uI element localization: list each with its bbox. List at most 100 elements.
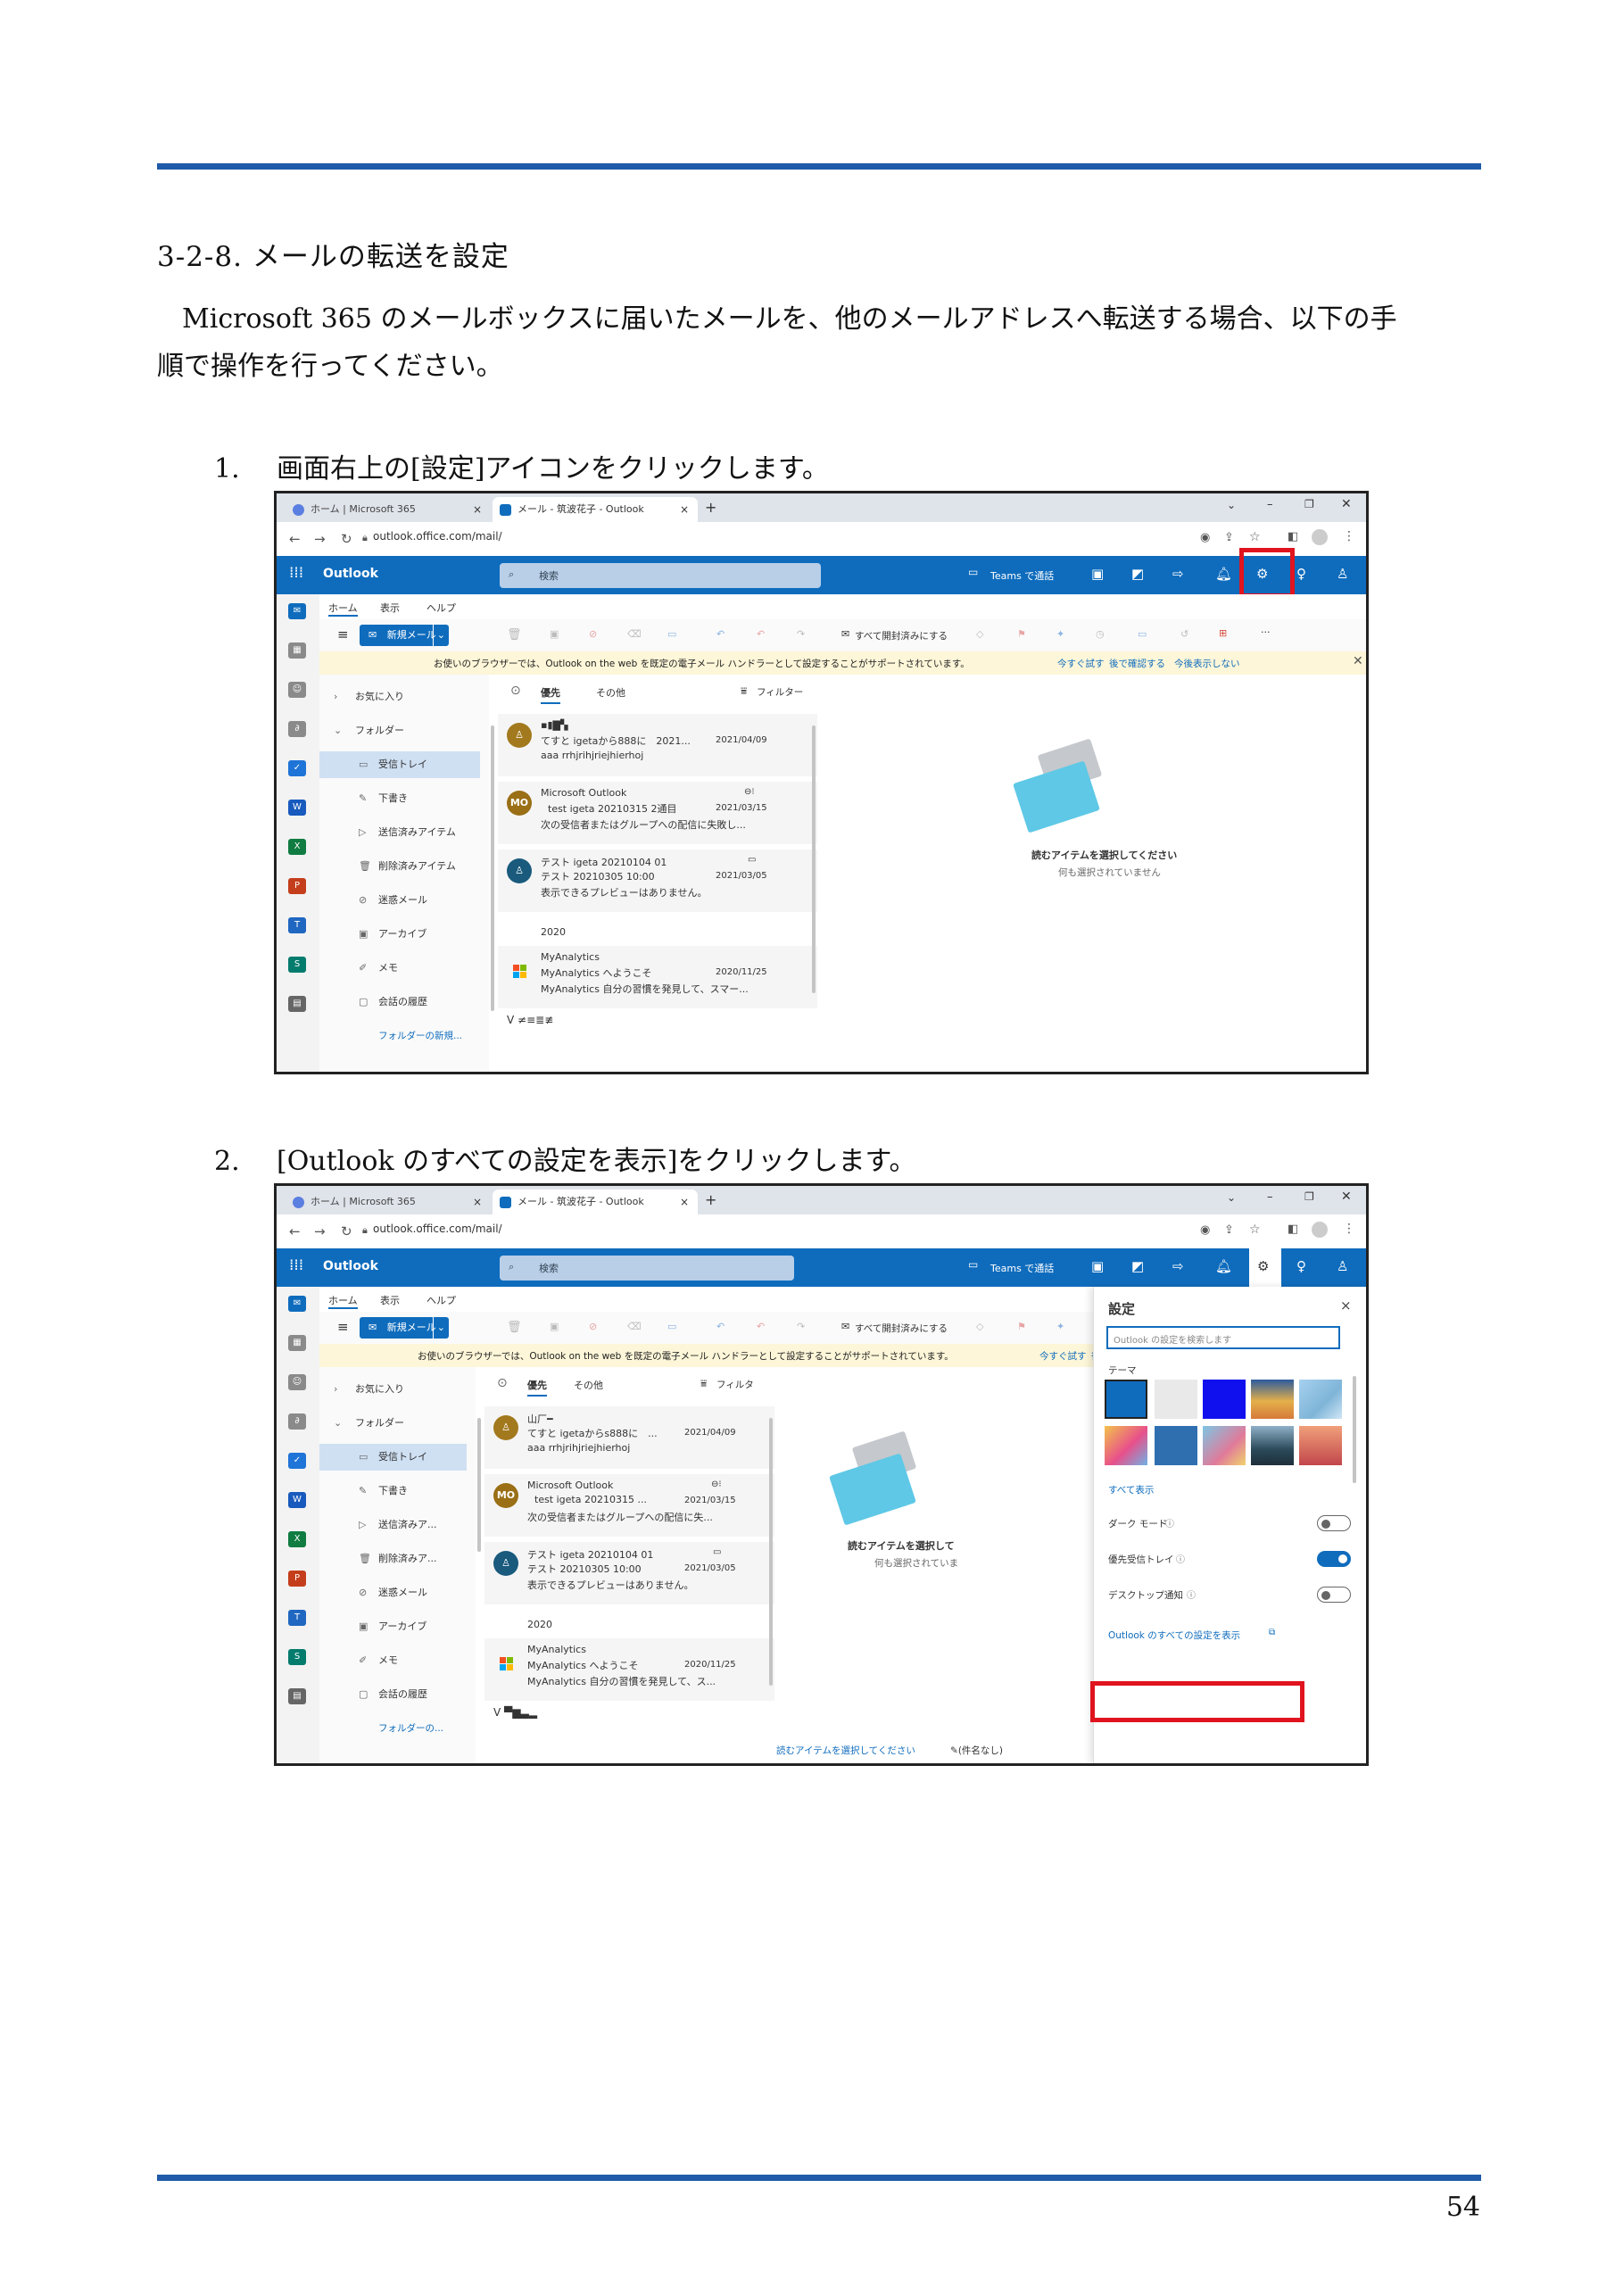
- list-item[interactable]: MyAnalytics MyAnalytics へようこそ 2020/11/25…: [498, 946, 817, 1008]
- folder-archive[interactable]: ▣ アーカイブ: [319, 1613, 467, 1640]
- flag-icon[interactable]: ⚑: [1017, 628, 1026, 640]
- close-icon[interactable]: ×: [680, 497, 689, 522]
- info-never-link[interactable]: 今後表示しない: [1174, 657, 1240, 670]
- list-item[interactable]: MO Microsoft Outlook ⊖⁝ test igeta 20210…: [484, 1474, 774, 1537]
- theme-swatch[interactable]: [1203, 1380, 1246, 1419]
- account-icon[interactable]: ♙: [1337, 1258, 1348, 1274]
- info-try-link[interactable]: 今すぐ試す: [1057, 657, 1105, 670]
- sidepanel-icon[interactable]: ◧: [1288, 530, 1298, 543]
- folder-sent[interactable]: ▷ 送信済みアイテム: [319, 819, 480, 846]
- folder-junk[interactable]: ⊘ 迷惑メール: [319, 887, 480, 914]
- tab-help[interactable]: ヘルプ: [426, 601, 456, 615]
- folders-header[interactable]: ⌄ フォルダー: [319, 717, 480, 744]
- select-all-icon[interactable]: ⊙: [510, 684, 521, 698]
- theme-swatch[interactable]: [1203, 1426, 1246, 1465]
- chevron-down-icon[interactable]: ⌄: [432, 1317, 445, 1339]
- theme-swatch[interactable]: [1251, 1426, 1294, 1465]
- tag-icon[interactable]: ◇: [976, 628, 983, 640]
- kebab-menu-icon[interactable]: ⋮: [1343, 529, 1355, 543]
- folder-conversation-history[interactable]: ▢ 会話の履歴: [319, 989, 480, 1015]
- info-icon[interactable]: ⓘ: [1165, 1516, 1174, 1529]
- reply-all-icon[interactable]: ↶: [757, 628, 765, 640]
- delete-icon[interactable]: 🗑︎: [507, 628, 522, 642]
- hamburger-icon[interactable]: ≡: [337, 1319, 349, 1335]
- theme-swatch[interactable]: [1105, 1426, 1147, 1465]
- profile-icon[interactable]: [1312, 1222, 1328, 1238]
- reply-icon[interactable]: ↶: [716, 1321, 725, 1332]
- dark-mode-toggle[interactable]: [1317, 1515, 1351, 1531]
- app-launcher-icon[interactable]: ⁞⁞⁞: [289, 564, 303, 582]
- sharepoint-icon[interactable]: S: [288, 1649, 306, 1665]
- attach-icon[interactable]: ∂: [288, 1413, 306, 1430]
- theme-show-all-link[interactable]: すべて表示: [1108, 1483, 1154, 1496]
- sweep-icon[interactable]: ⌫: [627, 1321, 642, 1332]
- teams-call-button[interactable]: Teams で通話: [990, 1261, 1054, 1275]
- filter-button[interactable]: フィルタ: [716, 1378, 754, 1391]
- chat-icon[interactable]: ▣: [1091, 1258, 1104, 1274]
- info-later-link[interactable]: 後で確認する: [1109, 657, 1165, 670]
- close-icon[interactable]: ×: [680, 1189, 689, 1214]
- minimize-icon[interactable]: –: [1267, 1190, 1273, 1204]
- folder-scrollbar[interactable]: [491, 725, 494, 1011]
- tab-home[interactable]: ホーム: [328, 1293, 358, 1309]
- theme-swatch[interactable]: [1251, 1380, 1294, 1419]
- move-icon[interactable]: ▭: [667, 628, 676, 640]
- archive-icon[interactable]: ▣: [550, 628, 559, 640]
- flag-icon[interactable]: ⚑: [1017, 1321, 1026, 1332]
- sharepoint-icon[interactable]: S: [288, 957, 306, 973]
- move-icon[interactable]: ▭: [667, 1321, 676, 1332]
- calendar-icon[interactable]: ▦: [288, 642, 306, 659]
- share-icon[interactable]: ⇪: [1224, 1223, 1234, 1237]
- favorites-header[interactable]: › お気に入り: [319, 1376, 467, 1403]
- office-icon[interactable]: ◩: [1131, 566, 1144, 582]
- outlook-brand[interactable]: Outlook: [323, 567, 378, 581]
- folder-scrollbar[interactable]: [477, 1418, 481, 1552]
- list-item[interactable]: ♙ ▪▮▇▚ てすと igetaから888に 2021... 2021/04/0…: [498, 714, 817, 776]
- theme-swatch[interactable]: [1299, 1380, 1342, 1419]
- mark-all-read-button[interactable]: すべて開封済みにする: [855, 1322, 948, 1335]
- clock-icon[interactable]: ◷: [1096, 628, 1105, 640]
- folder-notes[interactable]: ✐ メモ: [319, 955, 480, 982]
- list-item[interactable]: MO Microsoft Outlook ⊖⁝ test igeta 20210…: [498, 782, 817, 844]
- close-icon[interactable]: ×: [473, 497, 482, 522]
- browser-tab-outlook[interactable]: メール - 筑波花子 - Outlook ×: [493, 1189, 698, 1214]
- folder-junk[interactable]: ⊘ 迷惑メール: [319, 1579, 467, 1606]
- account-icon[interactable]: ♙: [1337, 566, 1348, 582]
- teams-call-button[interactable]: Teams で通話: [990, 568, 1054, 583]
- chevron-down-icon[interactable]: ⌄: [1227, 1191, 1236, 1204]
- browser-tab-m365[interactable]: ホーム | Microsoft 365 ×: [286, 1189, 491, 1214]
- back-icon[interactable]: ←: [289, 531, 301, 547]
- archive-icon[interactable]: ▣: [550, 1321, 559, 1332]
- info-try-link[interactable]: 今すぐ試す: [1039, 1349, 1087, 1363]
- reload-icon[interactable]: ↻: [341, 531, 352, 547]
- more-icon[interactable]: ···: [1261, 626, 1271, 638]
- new-tab-button[interactable]: +: [705, 499, 716, 516]
- forward-icon[interactable]: ↷: [797, 1321, 805, 1332]
- tab-focused[interactable]: 優先: [527, 1378, 547, 1397]
- chat-icon[interactable]: ▣: [1091, 566, 1104, 582]
- search-box[interactable]: ⌕ 検索: [500, 563, 821, 588]
- forward-icon[interactable]: →: [314, 1223, 326, 1239]
- bottom-read-prompt[interactable]: 読むアイテムを選択してください: [776, 1744, 915, 1757]
- list-item[interactable]: ♙ テスト igeta 20210104 01 ▭ テスト 20210305 1…: [484, 1542, 774, 1604]
- excel-icon[interactable]: X: [288, 1531, 306, 1547]
- desktop-notify-toggle[interactable]: [1317, 1587, 1351, 1603]
- favorites-header[interactable]: › お気に入り: [319, 684, 480, 710]
- search-box[interactable]: ⌕ 検索: [500, 1256, 794, 1281]
- info-icon[interactable]: ⓘ: [1176, 1552, 1185, 1565]
- chevron-down-icon[interactable]: ⌄: [1227, 499, 1236, 511]
- tab-other[interactable]: その他: [596, 685, 625, 700]
- people-icon[interactable]: ☺: [288, 1374, 306, 1390]
- tab-view[interactable]: 表示: [380, 601, 400, 615]
- info-icon[interactable]: ⓘ: [1187, 1587, 1196, 1601]
- forward-icon[interactable]: ↷: [797, 628, 805, 640]
- powerpoint-icon[interactable]: P: [288, 878, 306, 894]
- folder-drafts[interactable]: ✎ 下書き: [319, 785, 480, 812]
- restore-icon[interactable]: ❐: [1304, 1190, 1314, 1203]
- folder-archive[interactable]: ▣ アーカイブ: [319, 921, 480, 948]
- new-folder-link[interactable]: フォルダーの...: [319, 1715, 467, 1742]
- people-icon[interactable]: ☺: [288, 682, 306, 698]
- new-mail-button[interactable]: ✉ 新規メール ⌄: [360, 625, 449, 646]
- chevron-down-icon[interactable]: ⌄: [432, 625, 445, 646]
- outlook-brand[interactable]: Outlook: [323, 1259, 378, 1273]
